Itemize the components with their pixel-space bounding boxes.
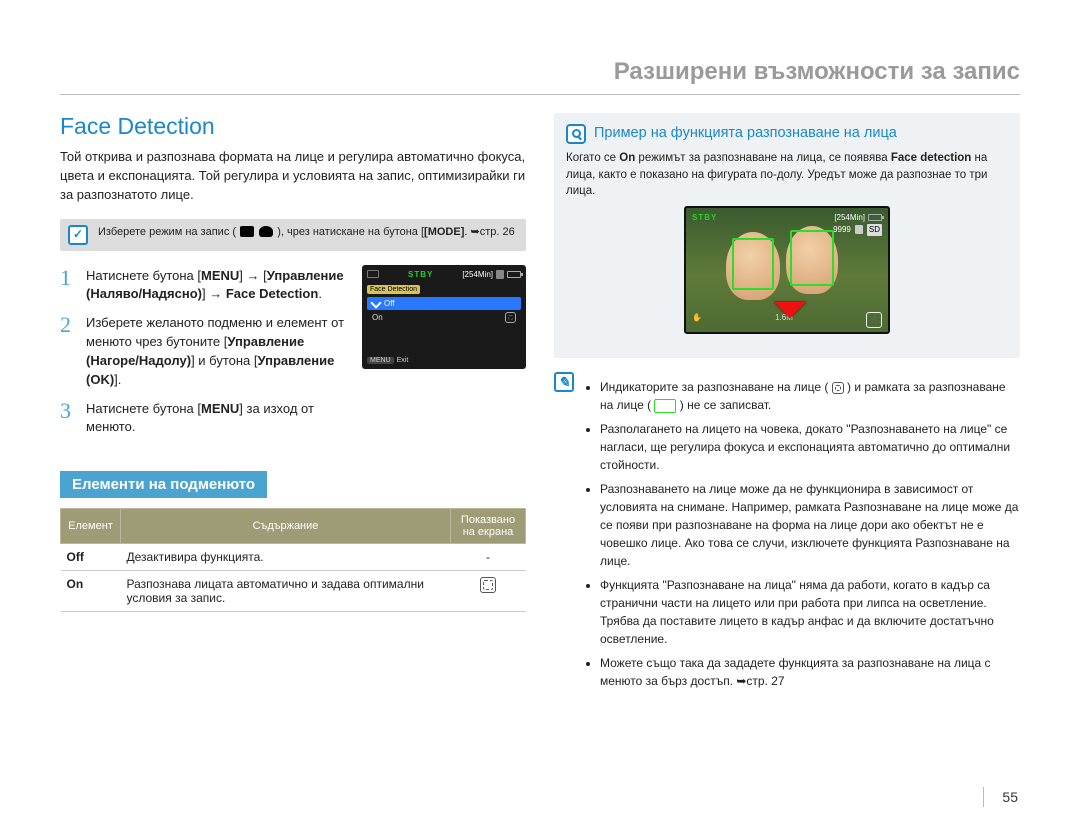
lcd-menu-btn: MENU (367, 357, 394, 364)
section-title: Face Detection (60, 113, 526, 140)
photo-icon (259, 226, 273, 237)
example-photo: STBY [254Min] 9999 SD (684, 206, 890, 334)
left-column: Face Detection Той открива и разпознава … (60, 113, 526, 702)
photo-stby: STBY (692, 212, 717, 224)
face-indicator-icon (505, 312, 516, 323)
note-item: Можете също така да зададете функцията з… (600, 654, 1020, 690)
th-screen: Показвано на екрана (451, 509, 526, 544)
intro-paragraph: Той открива и разпознава формата на лице… (60, 148, 526, 205)
battery-icon (868, 214, 882, 221)
step-2: Изберете желаното подменю и елемент от м… (60, 314, 350, 389)
lcd-menu-illustration: STBY [254Min] Face Detection Off On MENU… (362, 265, 526, 369)
face-indicator-icon (480, 577, 496, 593)
submenu-heading: Елементи на подменюто (60, 471, 267, 498)
lcd-option-off: Off (367, 297, 521, 310)
lcd-option-on: On (367, 310, 521, 325)
note-item: Разполагането на лицето на човека, докат… (600, 420, 1020, 474)
mode-text: Изберете режим на запис ( ), чрез натиск… (98, 225, 515, 240)
face-detection-box (732, 238, 774, 290)
example-title-row: Пример на функцията разпознаване на лица (566, 123, 1008, 144)
two-column-layout: Face Detection Той открива и разпознава … (60, 113, 1020, 702)
photo-overlay-row2: 9999 SD (833, 224, 882, 236)
example-text: Когато се On режимът за разпознаване на … (566, 150, 1008, 200)
face-indicator-icon (832, 382, 844, 394)
example-panel: Пример на функцията разпознаване на лица… (554, 113, 1020, 358)
example-title: Пример на функцията разпознаване на лица (594, 123, 897, 144)
submenu-table: Елемент Съдържание Показвано на екрана O… (60, 508, 526, 612)
face-frame-icon (654, 399, 676, 413)
lcd-menu-title: Face Detection (367, 285, 420, 294)
note-item: Функцията "Разпознаване на лица" няма да… (600, 576, 1020, 648)
lcd-exit-label: Exit (397, 357, 409, 364)
lcd-time-remaining: [254Min] (462, 270, 493, 279)
note-item: Разпознаването на лице може да не функци… (600, 480, 1020, 570)
lcd-menu-items: Off On (367, 297, 521, 325)
page-number: 55 (983, 787, 1018, 807)
mode-button-label: [MODE] (424, 226, 464, 238)
notes-list: Индикаторите за разпознаване на лице ( )… (582, 378, 1020, 696)
step-1: Натиснете бутона [MENU] → [Управление (Н… (60, 267, 350, 305)
mode-callout-panel: ✓ Изберете режим на запис ( ), чрез нати… (60, 219, 526, 251)
lcd-stby: STBY (408, 270, 433, 279)
photo-time: [254Min] (834, 212, 865, 224)
note-item: Индикаторите за разпознаване на лице ( )… (600, 378, 1020, 414)
sd-label: SD (867, 224, 882, 236)
step-3: Натиснете бутона [MENU] за изход от меню… (60, 400, 350, 438)
notes-block: ✎ Индикаторите за разпознаване на лице (… (554, 372, 1020, 702)
battery-icon (507, 271, 521, 278)
card-icon (855, 225, 863, 234)
photo-overlay-top: STBY [254Min] (692, 212, 882, 224)
th-content: Съдържание (121, 509, 451, 544)
chapter-title: Разширени възможности за запис (60, 58, 1020, 95)
th-element: Елемент (61, 509, 121, 544)
right-column: Пример на функцията разпознаване на лица… (554, 113, 1020, 702)
card-icon (496, 270, 504, 279)
steps-block: Натиснете бутона [MENU] → [Управление (Н… (60, 265, 526, 448)
face-detection-box (790, 230, 834, 286)
manual-page: Разширени възможности за запис Face Dete… (0, 0, 1080, 825)
arrow-down-icon (774, 302, 806, 334)
magnifier-icon (566, 124, 586, 144)
check-icon: ✓ (68, 225, 88, 245)
table-row: On Разпознава лицата автоматично и задав… (61, 571, 526, 612)
lcd-camera-icon (367, 270, 379, 278)
table-row: Off Дезактивира функцията. - (61, 544, 526, 571)
step-list: Натиснете бутона [MENU] → [Управление (Н… (60, 265, 350, 448)
hand-icon: ✋ (692, 312, 702, 328)
photo-count: 9999 (833, 224, 851, 236)
face-indicator-icon (866, 312, 882, 328)
video-icon (240, 226, 254, 237)
note-pencil-icon: ✎ (554, 372, 574, 392)
